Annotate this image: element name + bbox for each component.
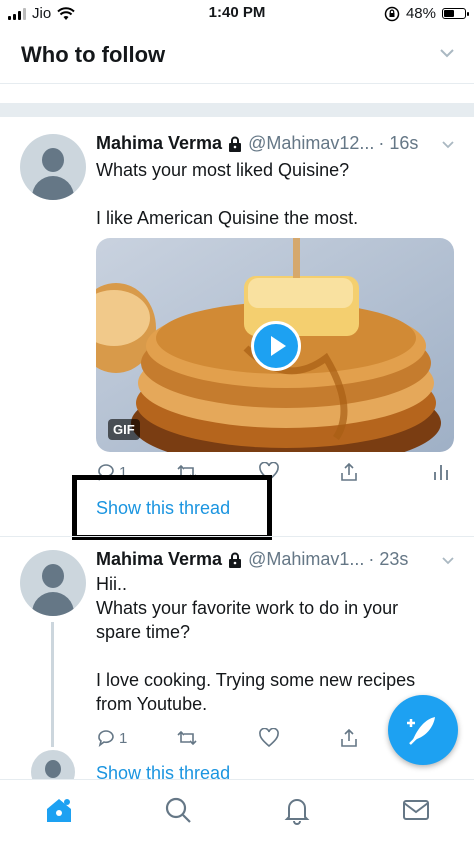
tweet-text-line [96, 644, 436, 668]
share-button[interactable] [339, 462, 359, 482]
chevron-down-icon[interactable] [440, 553, 456, 569]
heart-icon [259, 728, 279, 748]
compose-tweet-button[interactable] [388, 695, 458, 765]
tweet-text-line: Hii.. [96, 574, 127, 594]
thread-avatar[interactable] [31, 750, 75, 779]
page-title: Who to follow [21, 42, 166, 67]
lock-icon [229, 552, 242, 568]
header: Who to follow [0, 28, 474, 84]
notifications-icon[interactable] [281, 794, 313, 826]
retweet-button[interactable] [176, 728, 198, 748]
gif-media[interactable]: GIF [96, 238, 454, 452]
chevron-down-icon[interactable] [440, 137, 456, 153]
reply-count: 1 [119, 729, 128, 747]
tweet-text-line: I like American Quisine the most. [96, 208, 359, 228]
tweet-header: Mahima Verma @Mahimav1... · 23s [96, 549, 408, 570]
battery-fill [444, 10, 454, 17]
retweet-icon [177, 730, 197, 746]
show-thread-link[interactable]: Show this thread [96, 763, 230, 779]
avatar[interactable] [20, 550, 86, 616]
chevron-down-icon[interactable] [438, 44, 456, 62]
like-button[interactable] [258, 728, 280, 748]
tweet-header: Mahima Verma @Mahimav12... · 16s [96, 133, 418, 154]
reply-button[interactable]: 1 [96, 728, 127, 748]
status-bar: Jio 1:40 PM 48% [0, 0, 474, 28]
user-handle[interactable]: @Mahimav12... [248, 133, 374, 154]
tweet-text-line [96, 182, 446, 206]
play-icon [271, 336, 286, 356]
compose-feather-icon [407, 717, 435, 745]
tweet-text: Hii.. Whats your favorite work to do in … [96, 572, 436, 716]
user-name[interactable]: Mahima Verma [96, 133, 222, 154]
search-icon[interactable] [162, 794, 194, 826]
lock-icon [229, 136, 242, 152]
user-handle[interactable]: @Mahimav1... [248, 549, 364, 570]
user-name[interactable]: Mahima Verma [96, 549, 222, 570]
share-icon [341, 728, 357, 747]
orientation-lock-icon [384, 6, 400, 21]
section-divider [0, 103, 474, 117]
tweet-time: · 16s [378, 133, 419, 153]
avatar[interactable] [20, 134, 86, 200]
highlight-annotation [72, 475, 272, 540]
share-button[interactable] [339, 728, 359, 748]
analytics-button[interactable] [432, 462, 450, 482]
tweet-1[interactable]: Mahima Verma @Mahimav12... · 16s Whats y… [0, 117, 474, 537]
reply-icon [98, 730, 114, 747]
analytics-icon [434, 465, 448, 480]
home-icon[interactable] [43, 794, 75, 826]
tweet-text-line: Whats your favorite work to do in your s… [96, 598, 399, 642]
bottom-nav [0, 779, 474, 843]
status-right: 48% [384, 5, 469, 22]
share-icon [341, 462, 357, 481]
tweet-text-line: Whats your most liked Quisine? [96, 160, 350, 180]
tweet-text-line: I love cooking. Trying some new recipes … [96, 670, 416, 714]
gif-badge: GIF [108, 419, 140, 440]
tweet-time: · 23s [368, 549, 409, 569]
messages-icon[interactable] [400, 794, 432, 826]
battery-icon [442, 8, 469, 19]
play-button[interactable] [251, 321, 301, 371]
battery-label: 48% [405, 5, 436, 22]
tweet-text: Whats your most liked Quisine? I like Am… [96, 158, 446, 230]
